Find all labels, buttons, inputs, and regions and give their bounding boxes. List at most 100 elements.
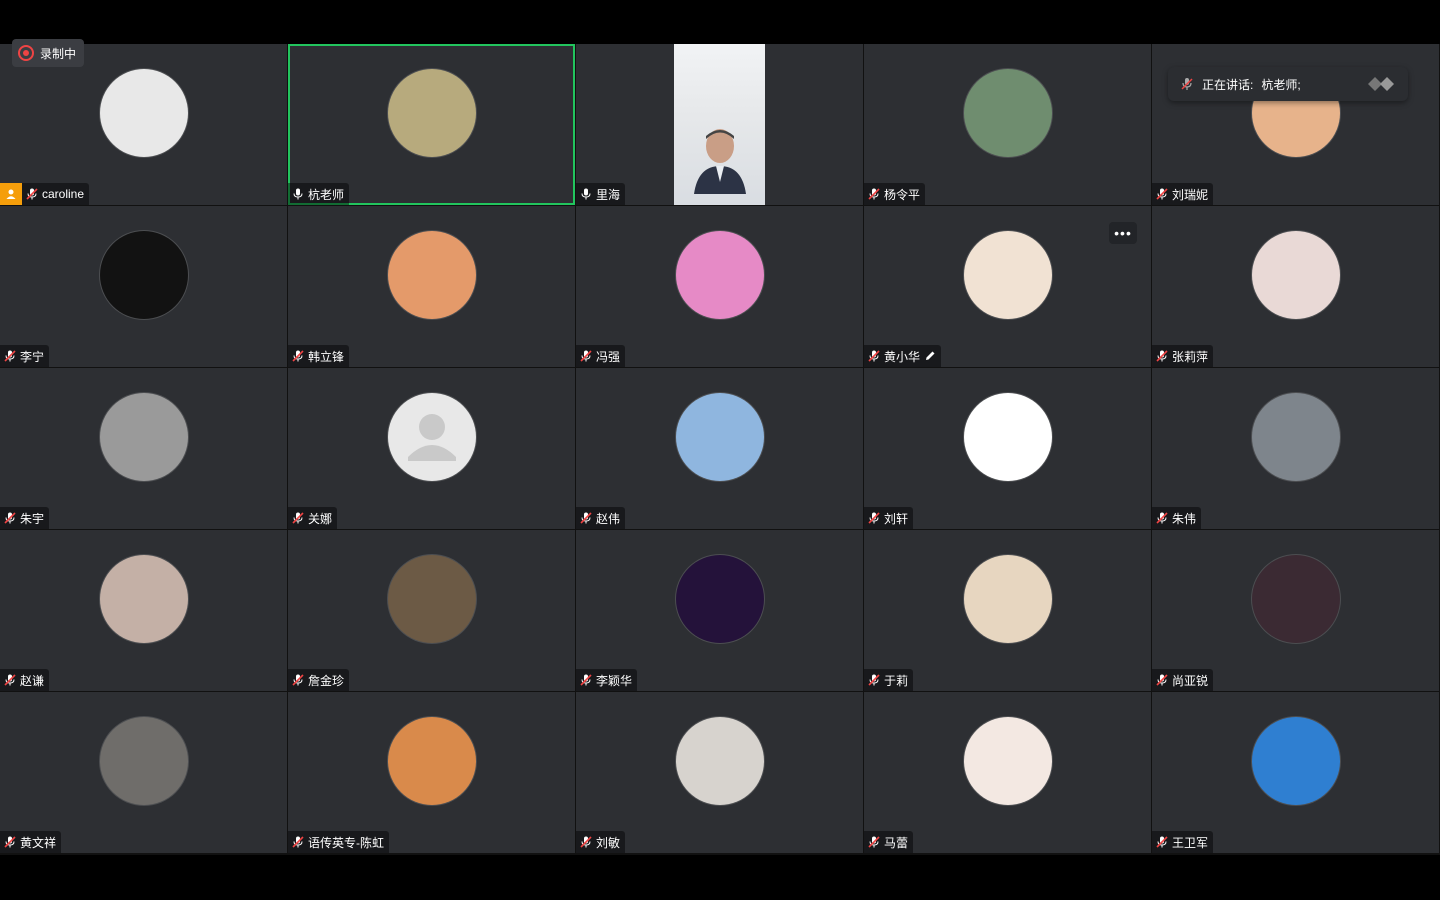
video-feed — [674, 44, 765, 205]
participant-name-tag: 詹金珍 — [288, 669, 350, 691]
cartoon-portrait-icon — [99, 69, 188, 157]
participant-name: 王卫军 — [1172, 835, 1209, 850]
participant-tile[interactable]: 马蕾 — [864, 692, 1151, 853]
participant-name-tag: 杨令平 — [864, 183, 926, 205]
participant-name-tag: 马蕾 — [864, 831, 914, 853]
participant-name: 朱宇 — [20, 511, 45, 526]
person-silhouette-icon — [693, 129, 746, 194]
muted-mic-icon — [1156, 836, 1168, 848]
muted-mic-icon — [4, 350, 16, 362]
participant-tile[interactable]: 于莉 — [864, 530, 1151, 691]
muted-mic-icon — [580, 674, 592, 686]
recording-label: 录制中 — [40, 46, 77, 61]
participant-name-tag: 赵伟 — [576, 507, 626, 529]
participant-tile[interactable]: caroline — [0, 44, 287, 205]
participant-name-tag: 王卫军 — [1152, 831, 1214, 853]
muted-mic-icon — [26, 188, 38, 200]
edit-pencil-icon[interactable] — [924, 350, 936, 362]
participant-tile[interactable]: 杨令平 — [864, 44, 1151, 205]
pink-object-icon — [675, 231, 764, 319]
participant-name: 冯强 — [596, 349, 621, 364]
participant-name: 张莉萍 — [1172, 349, 1209, 364]
sky-photo-icon — [675, 393, 764, 481]
mic-icon — [293, 188, 303, 200]
muted-mic-icon — [4, 836, 16, 848]
participant-tile[interactable]: 黄文祥 — [0, 692, 287, 853]
participant-tile[interactable]: 冯强 — [576, 206, 863, 367]
muted-mic-icon — [1156, 350, 1168, 362]
flower-basket-icon — [1251, 231, 1340, 319]
participant-tile[interactable]: 杭老师 — [288, 44, 575, 205]
participant-tile[interactable]: 张莉萍 — [1152, 206, 1439, 367]
participant-tile[interactable]: 李宁 — [0, 206, 287, 367]
pavilion-sunset-icon — [387, 231, 476, 319]
participant-name-tag: 李宁 — [0, 345, 50, 367]
participant-tile[interactable]: 王卫军 — [1152, 692, 1439, 853]
smiling-woman-icon — [99, 555, 188, 643]
participant-tile[interactable]: 李颖华 — [576, 530, 863, 691]
participant-name-tag: 冯强 — [576, 345, 626, 367]
participant-tile[interactable]: 尚亚锐 — [1152, 530, 1439, 691]
participant-name-tag: 关娜 — [288, 507, 338, 529]
participant-tile[interactable]: 里海 — [576, 44, 863, 205]
muted-mic-icon — [1181, 78, 1193, 90]
participant-tile[interactable]: 赵谦 — [0, 530, 287, 691]
participant-tile[interactable]: 关娜 — [288, 368, 575, 529]
beach-photo-icon — [387, 717, 476, 805]
participant-name-tag: 张莉萍 — [1152, 345, 1214, 367]
speaking-names: 杭老师; — [1261, 77, 1301, 92]
flower-tree-icon — [1251, 555, 1340, 643]
participant-name-tag: 李颖华 — [576, 669, 638, 691]
participant-name: 黄文祥 — [20, 835, 57, 850]
participant-tile[interactable]: 詹金珍 — [288, 530, 575, 691]
recording-indicator[interactable]: 录制中 — [12, 39, 85, 67]
participant-name: 朱伟 — [1172, 511, 1197, 526]
participant-name-tag: 于莉 — [864, 669, 914, 691]
participant-name: 于莉 — [884, 673, 909, 688]
participant-name: 黄小华 — [884, 349, 921, 364]
muted-mic-icon — [580, 512, 592, 524]
participant-tile[interactable]: ••• 黄小华 — [864, 206, 1151, 367]
participant-grid: caroline 杭老师 里海 杨令平 刘瑞妮 李宁 韩立锋 冯强 ••• 黄小华 张莉萍 朱宇 关娜赵… — [0, 44, 1440, 855]
participant-name-tag: caroline — [22, 183, 90, 205]
tiger-cartoon-icon — [963, 393, 1052, 481]
landscape-bw-icon — [1251, 393, 1340, 481]
participant-tile[interactable]: 刘轩 — [864, 368, 1151, 529]
participant-tile[interactable]: 刘敏 — [576, 692, 863, 853]
participant-name: 韩立锋 — [308, 349, 345, 364]
participant-tile[interactable]: 赵伟 — [576, 368, 863, 529]
calligraphy-icon — [99, 231, 188, 319]
muted-mic-icon — [868, 512, 880, 524]
participant-name: 尚亚锐 — [1172, 673, 1209, 688]
more-options-button[interactable]: ••• — [1109, 222, 1137, 244]
snow-white-icon — [963, 717, 1052, 805]
participant-tile[interactable]: 韩立锋 — [288, 206, 575, 367]
bw-portrait-icon — [99, 393, 188, 481]
top-bar — [0, 0, 1440, 44]
participant-tile[interactable]: 朱宇 — [0, 368, 287, 529]
participant-name: 杨令平 — [884, 187, 921, 202]
participant-name: 赵伟 — [596, 511, 621, 526]
orchid-painting-icon — [387, 69, 476, 157]
bottom-bar — [0, 855, 1440, 900]
participant-name-tag: 朱宇 — [0, 507, 50, 529]
muted-mic-icon — [292, 674, 304, 686]
app-logo-icon — [1368, 77, 1394, 91]
participant-name-tag: 黄小华 — [864, 345, 942, 367]
participant-name-tag: 里海 — [576, 183, 626, 205]
muted-mic-icon — [292, 836, 304, 848]
participant-name: 马蕾 — [884, 835, 909, 850]
participant-name: 关娜 — [308, 511, 333, 526]
participant-tile[interactable]: 朱伟 — [1152, 368, 1439, 529]
participant-name-tag: 赵谦 — [0, 669, 50, 691]
participant-name: 刘瑞妮 — [1172, 187, 1209, 202]
participant-name-tag: 韩立锋 — [288, 345, 350, 367]
participant-tile[interactable]: 语传英专-陈虹 — [288, 692, 575, 853]
speaking-indicator: 正在讲话: 杭老师; — [1168, 67, 1408, 101]
participant-name: 刘轩 — [884, 511, 909, 526]
participant-name-tag: 黄文祥 — [0, 831, 62, 853]
participant-name-tag: 朱伟 — [1152, 507, 1202, 529]
muted-mic-icon — [292, 512, 304, 524]
participant-name-tag: 语传英专-陈虹 — [288, 831, 389, 853]
participant-name-tag: 尚亚锐 — [1152, 669, 1214, 691]
